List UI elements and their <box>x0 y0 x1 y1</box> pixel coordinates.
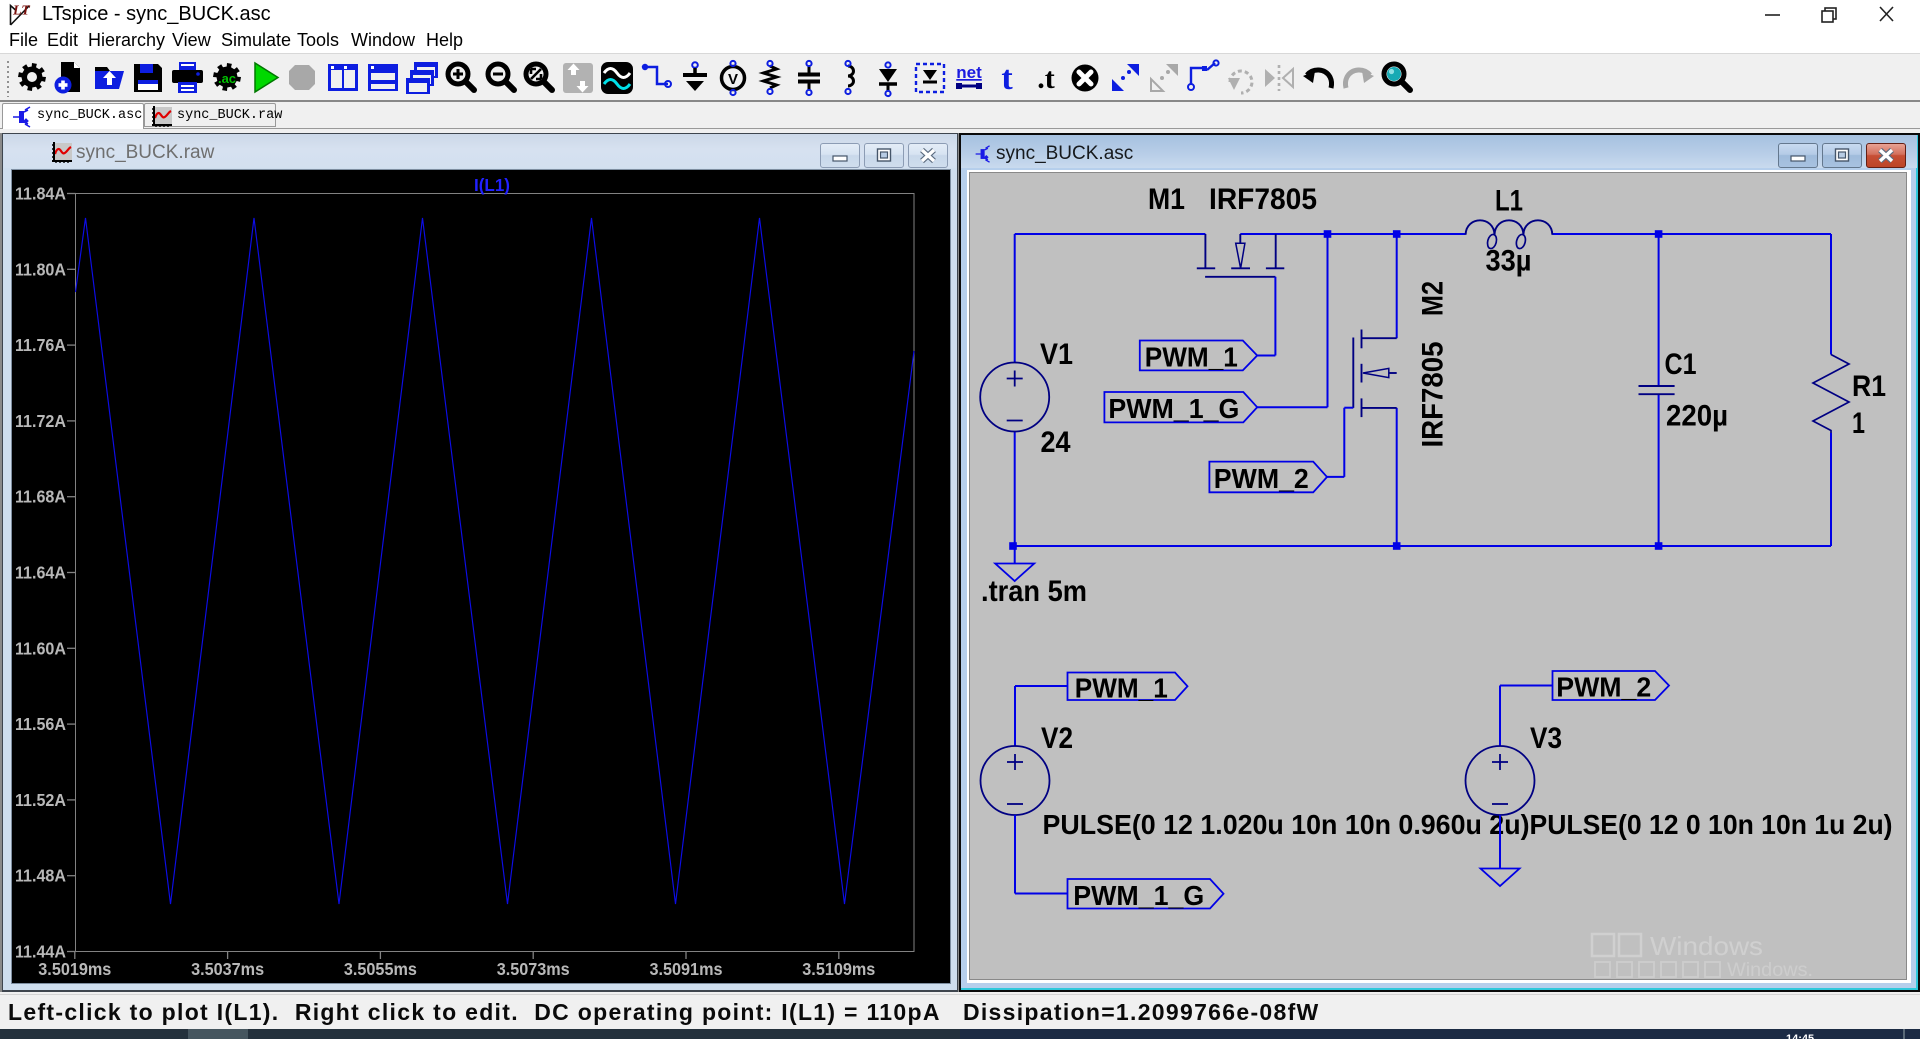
svg-text:11.72A: 11.72A <box>15 411 66 431</box>
svg-text:24: 24 <box>1041 426 1071 459</box>
svg-text:net: net <box>956 63 982 82</box>
svg-text:L1: L1 <box>1495 185 1523 218</box>
svg-text:11.60A: 11.60A <box>15 638 66 658</box>
svg-text:220µ: 220µ <box>1666 400 1728 433</box>
svg-text:V2: V2 <box>1041 722 1073 755</box>
svg-text:11.68A: 11.68A <box>15 487 66 507</box>
svg-text:PULSE(0 12 1.020u 10n 10n 0.96: PULSE(0 12 1.020u 10n 10n 0.960u 2u) <box>1043 809 1530 840</box>
svg-text:PWM_2: PWM_2 <box>1214 463 1309 494</box>
svg-text:M1: M1 <box>1148 183 1185 216</box>
svg-text:V3: V3 <box>1530 722 1562 755</box>
svg-text:11.52A: 11.52A <box>15 790 66 810</box>
svg-text:33µ: 33µ <box>1486 245 1532 278</box>
svg-text:I(L1): I(L1) <box>474 175 510 195</box>
svg-text:M2: M2 <box>1417 281 1450 316</box>
svg-text:IRF7805: IRF7805 <box>1417 342 1450 448</box>
svg-text:PWM_1_G: PWM_1_G <box>1108 393 1239 424</box>
svg-text:V1: V1 <box>1040 338 1073 371</box>
svg-text:3.5019ms: 3.5019ms <box>38 959 111 979</box>
svg-text:11.84A: 11.84A <box>15 184 66 204</box>
svg-text:R1: R1 <box>1852 370 1886 403</box>
svg-text:C1: C1 <box>1665 348 1697 381</box>
svg-text:3.5091ms: 3.5091ms <box>650 959 723 979</box>
svg-text:Windows: Windows <box>1650 931 1763 961</box>
svg-text:3.5073ms: 3.5073ms <box>497 959 570 979</box>
svg-text:3.5037ms: 3.5037ms <box>191 959 264 979</box>
svg-text:3.5055ms: 3.5055ms <box>344 959 417 979</box>
svg-text:t: t <box>1001 60 1013 97</box>
svg-text:.t: .t <box>1037 62 1055 95</box>
svg-text:Windows.: Windows. <box>1727 960 1813 981</box>
svg-text:11.76A: 11.76A <box>15 335 66 355</box>
svg-text:PULSE(0 12 0 10n 10n 1u 2u): PULSE(0 12 0 10n 10n 1u 2u) <box>1530 809 1893 840</box>
svg-text:3.5109ms: 3.5109ms <box>802 959 875 979</box>
svg-text:.ac: .ac <box>218 71 236 86</box>
svg-text:.tran 5m: .tran 5m <box>981 575 1087 608</box>
svg-text:11.48A: 11.48A <box>15 866 66 886</box>
svg-text:PWM_1_G: PWM_1_G <box>1073 880 1204 911</box>
svg-text:PWM_1: PWM_1 <box>1075 672 1168 703</box>
svg-text:PWM_1: PWM_1 <box>1145 341 1238 372</box>
svg-text:V: V <box>728 71 738 88</box>
svg-text:IRF7805: IRF7805 <box>1209 183 1317 216</box>
svg-text:PWM_2: PWM_2 <box>1556 672 1651 703</box>
svg-text:LT: LT <box>12 4 31 19</box>
svg-text:11.64A: 11.64A <box>15 563 66 583</box>
svg-text:11.56A: 11.56A <box>15 714 66 734</box>
svg-text:1: 1 <box>1852 407 1865 440</box>
svg-text:11.80A: 11.80A <box>15 259 66 279</box>
